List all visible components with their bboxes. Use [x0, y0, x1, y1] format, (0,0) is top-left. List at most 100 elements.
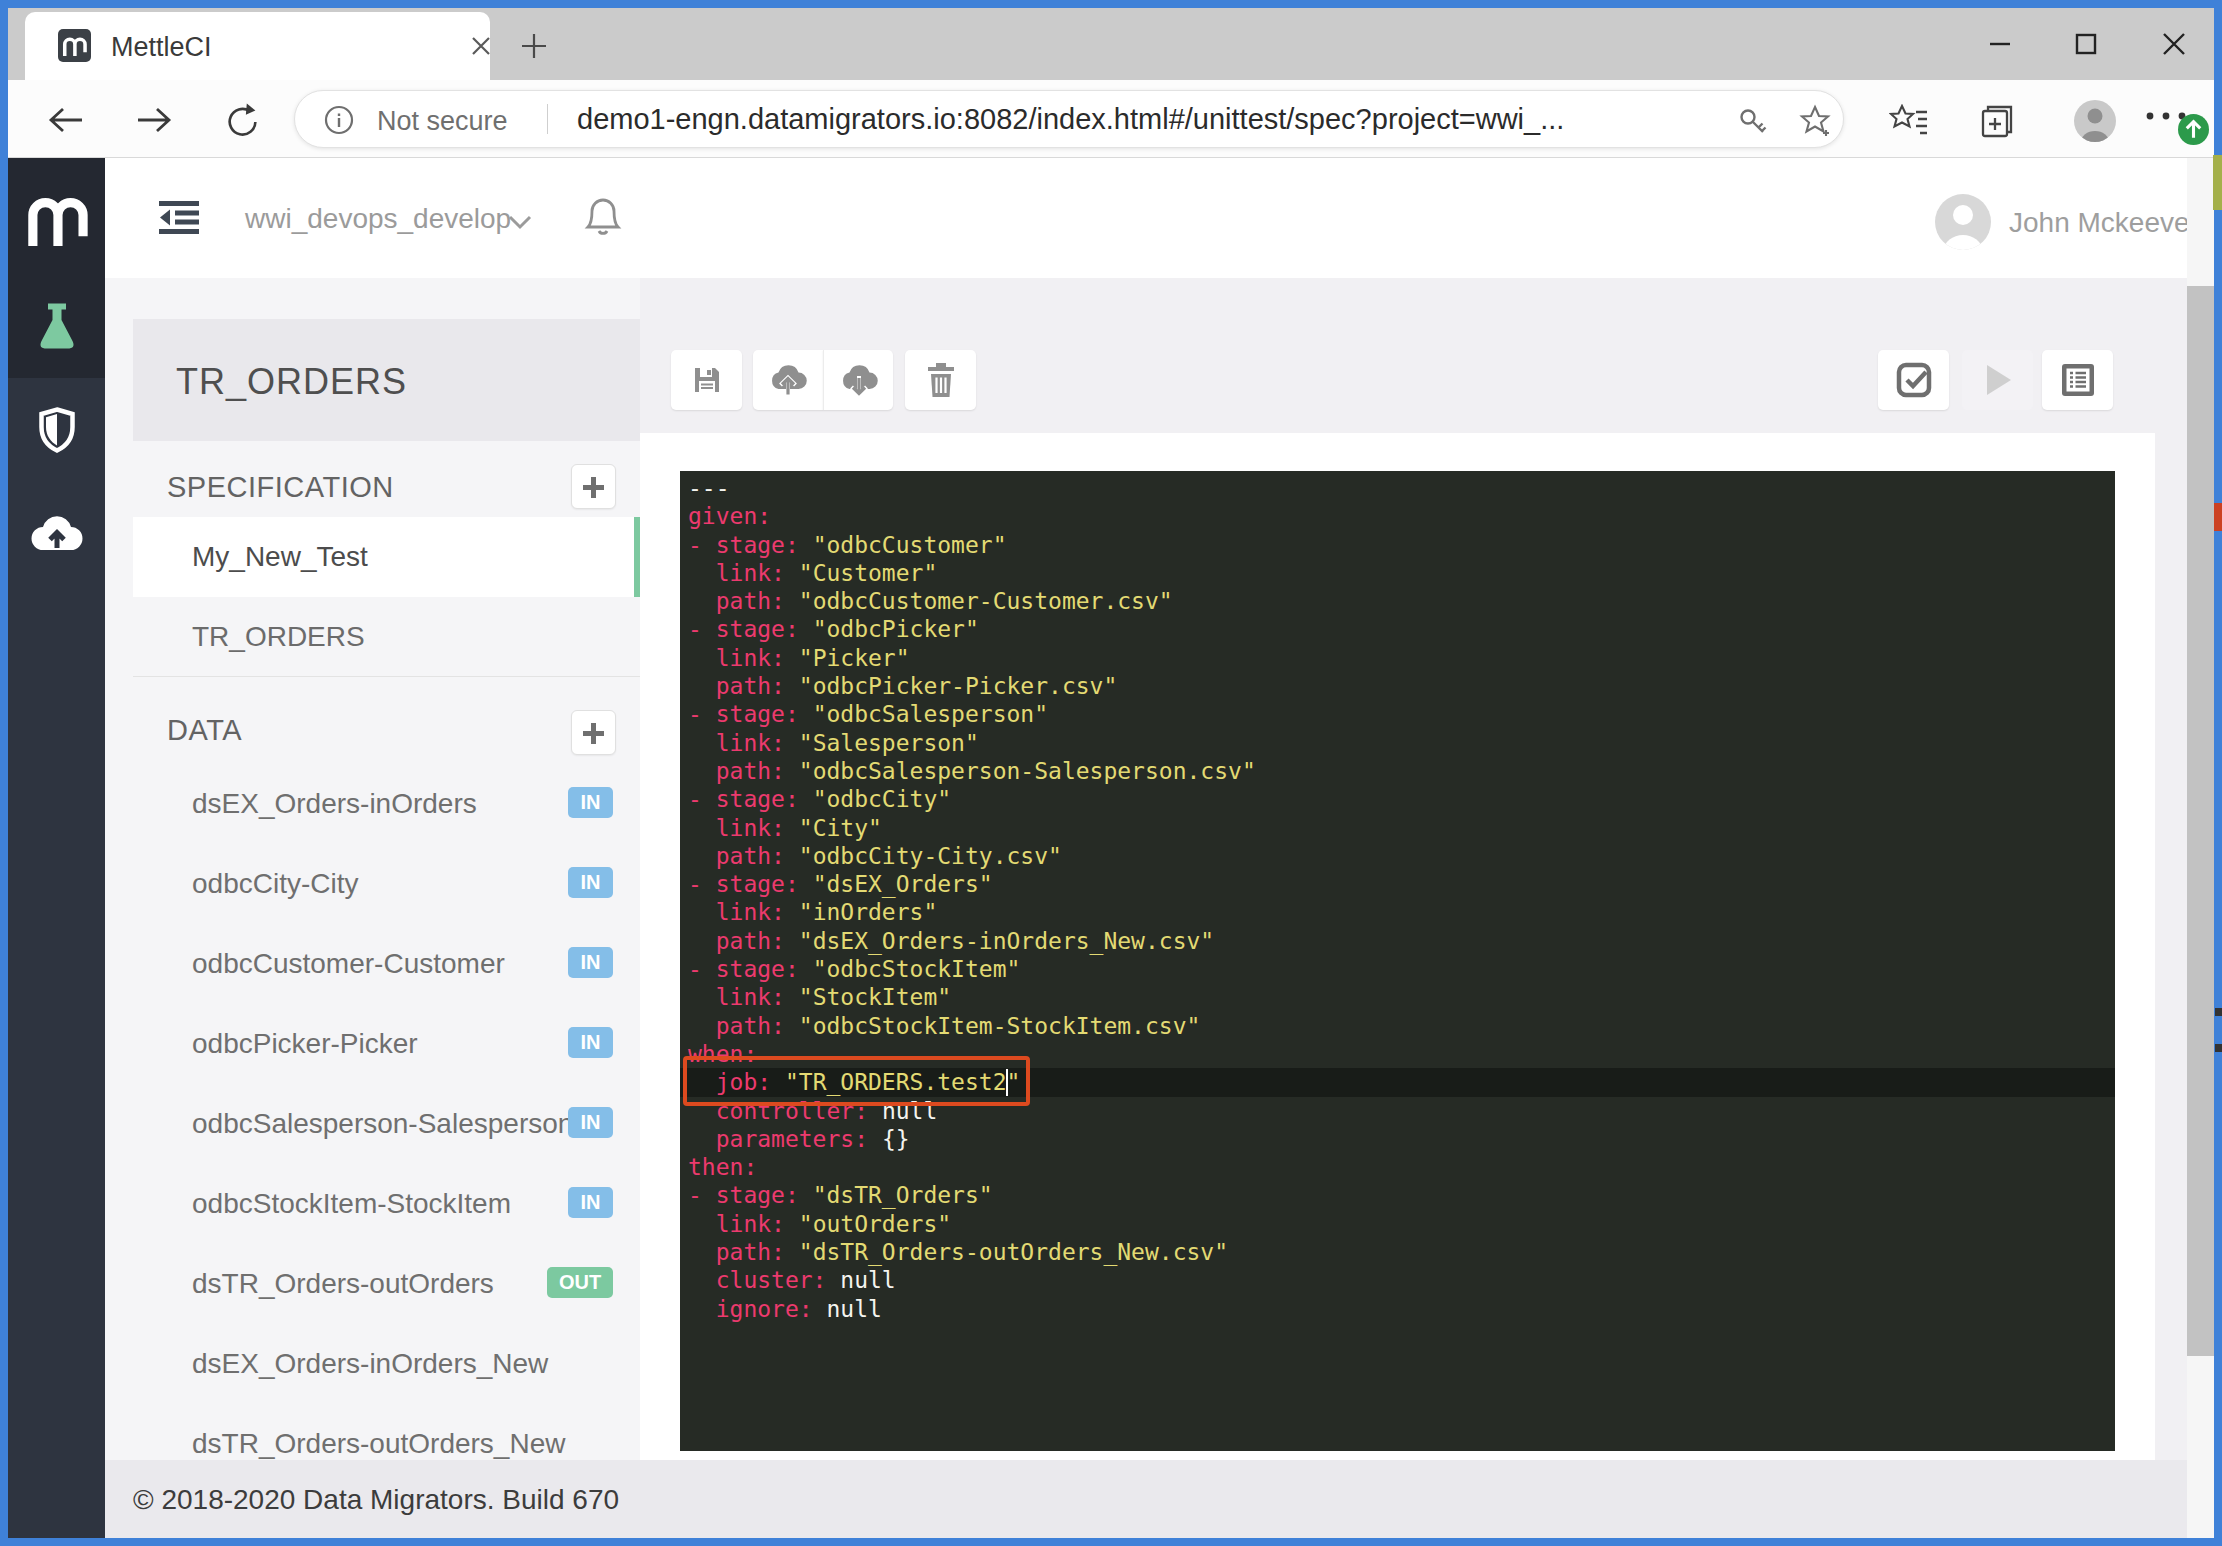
code-line: ignore: null: [680, 1295, 2115, 1323]
sidebar-item-deploy[interactable]: [8, 513, 105, 553]
sidebar-toggle-icon[interactable]: [157, 200, 201, 238]
code-line: - stage: "dsEX_Orders": [680, 870, 2115, 898]
validate-button[interactable]: [1878, 350, 1949, 410]
data-item[interactable]: dsTR_Orders-outOrdersOUT: [133, 1243, 640, 1323]
cloud-down-icon: [840, 364, 878, 396]
data-item[interactable]: odbcCity-CityIN: [133, 843, 640, 923]
page-scrollbar[interactable]: [2187, 158, 2214, 1538]
code-line: link: "outOrders": [680, 1210, 2115, 1238]
spec-item[interactable]: My_New_Test: [133, 517, 640, 597]
favorites-bar-icon[interactable]: [1889, 104, 1929, 138]
code-line: - stage: "odbcPicker": [680, 615, 2115, 643]
direction-badge: OUT: [547, 1267, 613, 1298]
edge-artifact-dash2: [2215, 1044, 2222, 1052]
code-line: path: "odbcSalesperson-Salesperson.csv": [680, 757, 2115, 785]
browser-tab[interactable]: MettleCI: [25, 12, 490, 80]
sidebar-item-compliance[interactable]: [8, 406, 105, 454]
direction-badge: IN: [568, 787, 613, 818]
direction-badge: IN: [568, 867, 613, 898]
text-cursor: [1006, 1069, 1008, 1096]
play-icon: [1983, 363, 2013, 397]
data-item[interactable]: odbcStockItem-StockItemIN: [133, 1163, 640, 1243]
code-line: given:: [680, 502, 2115, 530]
spec-item[interactable]: TR_ORDERS: [133, 597, 640, 677]
code-line: parameters: {}: [680, 1125, 2115, 1153]
sidebar-item-tests[interactable]: [8, 278, 105, 378]
left-panel: TR_ORDERS SPECIFICATIONMy_New_TestTR_ORD…: [105, 278, 640, 1460]
check-square-icon: [1896, 362, 1932, 398]
panel-title-box: TR_ORDERS: [133, 319, 640, 441]
data-item[interactable]: odbcPicker-PickerIN: [133, 1003, 640, 1083]
code-line: path: "dsTR_Orders-outOrders_New.csv": [680, 1238, 2115, 1266]
browser-profile-avatar[interactable]: [2074, 100, 2116, 142]
site-info-icon[interactable]: [323, 104, 355, 136]
direction-badge: IN: [568, 1107, 613, 1138]
chevron-down-icon[interactable]: [507, 214, 533, 232]
data-item[interactable]: dsEX_Orders-inOrdersIN: [133, 763, 640, 843]
code-line: - stage: "odbcCity": [680, 785, 2115, 813]
code-line: cluster: null: [680, 1266, 2115, 1294]
code-line: - stage: "odbcCustomer": [680, 531, 2115, 559]
forward-button[interactable]: [134, 102, 174, 138]
add-data-button[interactable]: [571, 710, 616, 755]
code-line: ---: [680, 474, 2115, 502]
mettleci-favicon-icon: [58, 29, 91, 62]
minimize-button[interactable]: [1984, 28, 2016, 60]
code-line: link: "Customer": [680, 559, 2115, 587]
notifications-bell-icon[interactable]: [583, 196, 623, 240]
direction-badge: IN: [568, 1187, 613, 1218]
edit-highlight-box: [683, 1056, 1030, 1106]
refresh-button[interactable]: [222, 102, 264, 140]
browser-titlebar: MettleCI: [8, 8, 2214, 80]
editor-card: ---given:- stage: "odbcCustomer" link: "…: [640, 433, 2155, 1460]
copyright-text: © 2018-2020 Data Migrators. Build 670: [133, 1484, 619, 1516]
security-label[interactable]: Not secure: [377, 106, 508, 137]
run-button[interactable]: [1962, 350, 2033, 410]
checkout-button[interactable]: [753, 350, 823, 410]
direction-badge: IN: [568, 1027, 613, 1058]
code-line: then:: [680, 1153, 2115, 1181]
maximize-button[interactable]: [2070, 28, 2102, 60]
code-line: link: "City": [680, 814, 2115, 842]
favorite-star-icon[interactable]: [1799, 104, 1833, 138]
update-badge-icon[interactable]: [2178, 114, 2209, 145]
user-avatar[interactable]: [1935, 194, 1991, 250]
save-button[interactable]: [671, 350, 742, 410]
address-bar[interactable]: Not secure demo1-engn.datamigrators.io:8…: [294, 90, 1844, 148]
close-button[interactable]: [2158, 28, 2190, 60]
app-sidebar: [8, 158, 105, 1538]
delete-button[interactable]: [905, 350, 976, 410]
panel-title: TR_ORDERS: [176, 361, 407, 403]
project-selector[interactable]: wwi_devops_develop: [245, 203, 511, 235]
user-name[interactable]: John Mckeever: [2009, 207, 2199, 239]
code-line: - stage: "odbcSalesperson": [680, 700, 2115, 728]
collections-icon[interactable]: [1978, 102, 2016, 140]
browser-navbar: Not secure demo1-engn.datamigrators.io:8…: [8, 80, 2214, 158]
content-area: TR_ORDERS SPECIFICATIONMy_New_TestTR_ORD…: [105, 278, 2187, 1460]
code-line: path: "odbcCustomer-Customer.csv": [680, 587, 2115, 615]
back-button[interactable]: [46, 102, 86, 138]
app-footer: © 2018-2020 Data Migrators. Build 670: [105, 1460, 2187, 1538]
list-icon: [2060, 362, 2096, 398]
tab-title: MettleCI: [111, 32, 212, 63]
url-text[interactable]: demo1-engn.datamigrators.io:8082/index.h…: [577, 103, 1564, 136]
code-line: path: "odbcStockItem-StockItem.csv": [680, 1012, 2115, 1040]
app-header: wwi_devops_develop John Mckeever: [105, 158, 2187, 278]
save-icon: [691, 364, 723, 396]
code-line: link: "Picker": [680, 644, 2115, 672]
yaml-editor[interactable]: ---given:- stage: "odbcCustomer" link: "…: [680, 471, 2115, 1451]
password-key-icon[interactable]: [1735, 104, 1769, 138]
data-item[interactable]: odbcSalesperson-SalespersonIN: [133, 1083, 640, 1163]
checkin-button[interactable]: [823, 350, 893, 410]
tab-close-icon[interactable]: [469, 34, 493, 58]
results-button[interactable]: [2042, 350, 2113, 410]
mettleci-logo[interactable]: [8, 158, 105, 278]
code-line: - stage: "odbcStockItem": [680, 955, 2115, 983]
scrollbar-thumb[interactable]: [2187, 286, 2214, 1356]
code-line: link: "StockItem": [680, 983, 2115, 1011]
add-specification-button[interactable]: [571, 464, 616, 509]
data-item[interactable]: dsEX_Orders-inOrders_New: [133, 1323, 640, 1403]
section-label-specification: SPECIFICATION: [167, 471, 394, 504]
new-tab-button[interactable]: [520, 32, 548, 60]
data-item[interactable]: odbcCustomer-CustomerIN: [133, 923, 640, 1003]
